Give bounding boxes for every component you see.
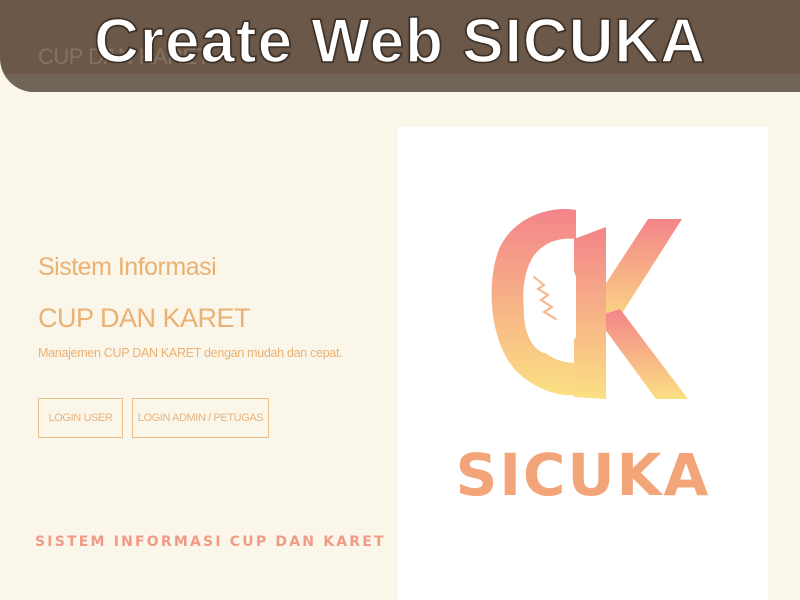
logo-tagline: SISTEM INFORMASI CUP DAN KARET: [35, 534, 386, 550]
hero-description: Manajemen CUP DAN KARET dengan mudah dan…: [38, 346, 343, 360]
login-user-button[interactable]: LOGIN USER: [38, 398, 123, 438]
logo-k-lower-stroke: [596, 309, 688, 399]
logo-wordmark: SICUKA: [455, 441, 711, 509]
ck-logo-icon: [491, 209, 688, 399]
title-banner: CUP DAN KARET Create Web SICUKA: [0, 0, 800, 92]
logo-k-stem: [574, 227, 606, 399]
hero-subtitle: Sistem Informasi: [38, 253, 217, 281]
hero-title: CUP DAN KARET: [38, 303, 251, 333]
banner-title: Create Web SICUKA: [93, 6, 706, 77]
logo-card: SICUKA: [398, 127, 768, 600]
login-admin-button[interactable]: LOGIN ADMIN / PETUGAS: [132, 398, 269, 438]
